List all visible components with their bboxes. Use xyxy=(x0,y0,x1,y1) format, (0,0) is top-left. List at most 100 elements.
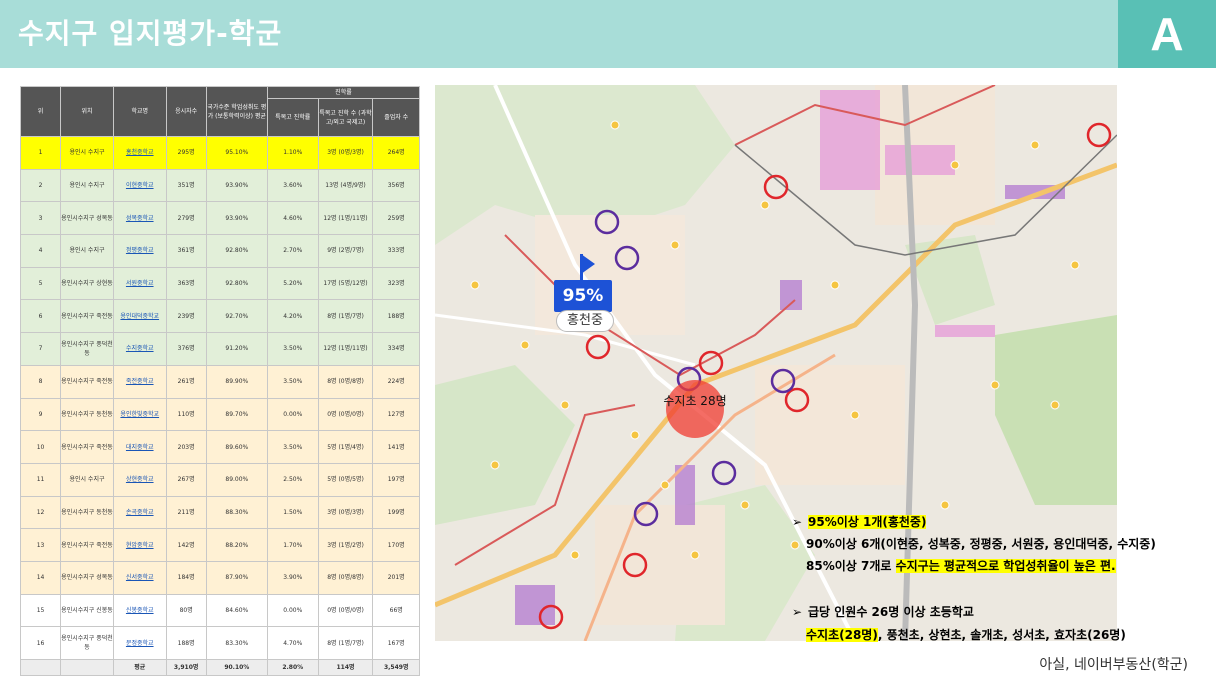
cell-grads: 66명 xyxy=(372,593,420,628)
col-rank: 위 xyxy=(19,86,62,137)
cell-count: 188명 xyxy=(165,626,207,660)
cell-school[interactable]: 대지중학교 xyxy=(112,430,167,464)
table-row: 9 용인시수지구 동천동 용인한빛중학교 110명 89.70% 0.00% 0명 (0명/… xyxy=(19,397,420,432)
cell-school[interactable]: 서원중학교 xyxy=(112,266,167,301)
header-bar: 수지구 입지평가-학군 A xyxy=(0,0,1216,68)
cell-score: 93.90% xyxy=(205,168,268,203)
cell-rank: 1 xyxy=(19,136,62,170)
cell-rank: 10 xyxy=(19,430,62,464)
cell-grads: 334명 xyxy=(372,332,420,366)
cell-school[interactable]: 손곡중학교 xyxy=(112,495,167,530)
highlight-school-name: 홍천중 xyxy=(556,310,614,332)
table-row: 15 용인시수지구 신봉동 신봉중학교 80명 84.60% 0.00% 0명 (0명/0명… xyxy=(19,593,420,628)
col-special-rate: 특목고 진학률 xyxy=(266,98,319,137)
cell-school[interactable]: 문정중학교 xyxy=(112,626,167,660)
cell-rank: 3 xyxy=(19,201,62,236)
cell-rank: 15 xyxy=(19,593,62,628)
page-title: 수지구 입지평가-학군 xyxy=(18,17,283,50)
cell-rate: 1.10% xyxy=(266,136,319,170)
cell-count: 363명 xyxy=(165,266,207,301)
col-exam-count: 응시자수 xyxy=(165,86,207,137)
cell-school[interactable]: 성복중학교 xyxy=(112,201,167,236)
cell-school[interactable]: 용인한빛중학교 xyxy=(112,397,167,432)
cell-count: 110명 xyxy=(165,397,207,432)
total-label: 평균 xyxy=(112,659,167,676)
cell-rank: 11 xyxy=(19,462,62,497)
cell-rate: 4.70% xyxy=(266,626,319,660)
cell-rate: 2.70% xyxy=(266,234,319,268)
table-row: 10 용인시수지구 죽전동 대지중학교 203명 89.60% 3.50% 5명 (1명/4… xyxy=(19,430,420,464)
cell-rank: 13 xyxy=(19,528,62,562)
cell-score: 89.00% xyxy=(205,462,268,497)
cell-count: 211명 xyxy=(165,495,207,530)
cell-special: 12명 (1명/11명) xyxy=(317,201,374,236)
cell-location: 용인시 수지구 xyxy=(60,136,114,170)
cell-count: 203명 xyxy=(165,430,207,464)
cell-school[interactable]: 죽전중학교 xyxy=(112,364,167,399)
cell-score: 91.20% xyxy=(205,332,268,366)
cell-rank: 9 xyxy=(19,397,62,432)
cell-location: 용인시수지구 신봉동 xyxy=(60,593,114,628)
cell-school[interactable]: 이현중학교 xyxy=(112,168,167,203)
cell-special: 8명 (0명/8명) xyxy=(317,364,374,399)
total-grads: 3,549명 xyxy=(372,659,420,676)
cell-rank: 14 xyxy=(19,560,62,595)
flag-icon xyxy=(581,254,595,274)
cell-rate: 0.00% xyxy=(266,593,319,628)
cell-special: 9명 (2명/7명) xyxy=(317,234,374,268)
cell-rank: 16 xyxy=(19,626,62,660)
cell-special: 17명 (5명/12명) xyxy=(317,266,374,301)
total-score: 90.10% xyxy=(205,659,268,676)
table-row: 4 용인시 수지구 정평중학교 361명 92.80% 2.70% 9명 (2명/7명) 33… xyxy=(19,234,420,268)
cell-rate: 1.50% xyxy=(266,495,319,530)
note-line-1: ➢ 95%이상 1개(홍천중) xyxy=(792,515,927,529)
cell-location: 용인시수지구 풍덕천동 xyxy=(60,332,114,366)
cell-school[interactable]: 신봉중학교 xyxy=(112,593,167,628)
cell-grads: 264명 xyxy=(372,136,420,170)
cell-score: 92.70% xyxy=(205,299,268,334)
cell-rate: 3.60% xyxy=(266,168,319,203)
cell-rank: 6 xyxy=(19,299,62,334)
cell-rate: 2.50% xyxy=(266,462,319,497)
cell-score: 92.80% xyxy=(205,266,268,301)
cell-special: 13명 (4명/9명) xyxy=(317,168,374,203)
table-row: 11 용인시 수지구 상현중학교 267명 89.00% 2.50% 5명 (0명/5명) 1… xyxy=(19,462,420,497)
suji-elementary-label: 수지초 28명 xyxy=(663,394,727,408)
col-national-score: 국가수준 학업성취도 평가 (보통학력이상) 평균 xyxy=(205,86,268,137)
cell-special: 5명 (1명/4명) xyxy=(317,430,374,464)
table-row: 3 용인시수지구 성복동 성복중학교 279명 93.90% 4.60% 12명 (1명/1… xyxy=(19,201,420,236)
cell-grads: 188명 xyxy=(372,299,420,334)
cell-rate: 4.20% xyxy=(266,299,319,334)
school-ranking-table: 위 위치 학교명 응시자수 국가수준 학업성취도 평가 (보통학력이상) 평균 … xyxy=(19,86,421,676)
cell-rate: 0.00% xyxy=(266,397,319,432)
cell-school[interactable]: 신서중학교 xyxy=(112,560,167,595)
cell-special: 0명 (0명/0명) xyxy=(317,397,374,432)
cell-school[interactable]: 상현중학교 xyxy=(112,462,167,497)
cell-school[interactable]: 홍천중학교 xyxy=(112,136,167,170)
cell-score: 87.90% xyxy=(205,560,268,595)
col-progress-group: 진학률 xyxy=(266,86,421,99)
col-grads: 졸업자 수 xyxy=(372,98,420,137)
cell-count: 376명 xyxy=(165,332,207,366)
table-row: 2 용인시 수지구 이현중학교 351명 93.90% 3.60% 13명 (4명/9명) 3… xyxy=(19,168,420,203)
cell-count: 351명 xyxy=(165,168,207,203)
cell-count: 267명 xyxy=(165,462,207,497)
cell-school[interactable]: 현암중학교 xyxy=(112,528,167,562)
cell-grads: 356명 xyxy=(372,168,420,203)
section-badge: A xyxy=(1118,0,1216,68)
cell-rate: 1.70% xyxy=(266,528,319,562)
cell-count: 142명 xyxy=(165,528,207,562)
note-line-2: 90%이상 6개(이현중, 성복중, 정평중, 서원중, 용인대덕중, 수지중) xyxy=(806,537,1156,551)
cell-grads: 201명 xyxy=(372,560,420,595)
cell-rate: 4.60% xyxy=(266,201,319,236)
cell-school[interactable]: 정평중학교 xyxy=(112,234,167,268)
arrow-icon: ➢ xyxy=(792,605,803,619)
table-row: 16 용인시수지구 풍덕천동 문정중학교 188명 83.30% 4.70% 8명 (1명/… xyxy=(19,626,420,660)
cell-score: 93.90% xyxy=(205,201,268,236)
cell-location: 용인시수지구 죽전동 xyxy=(60,430,114,464)
table-row: 13 용인시수지구 죽전동 현암중학교 142명 88.20% 1.70% 3명 (1명/2… xyxy=(19,528,420,562)
cell-school[interactable]: 수지중학교 xyxy=(112,332,167,366)
cell-location: 용인시수지구 성복동 xyxy=(60,201,114,236)
total-rate: 2.80% xyxy=(266,659,319,676)
cell-school[interactable]: 용인대덕중학교 xyxy=(112,299,167,334)
